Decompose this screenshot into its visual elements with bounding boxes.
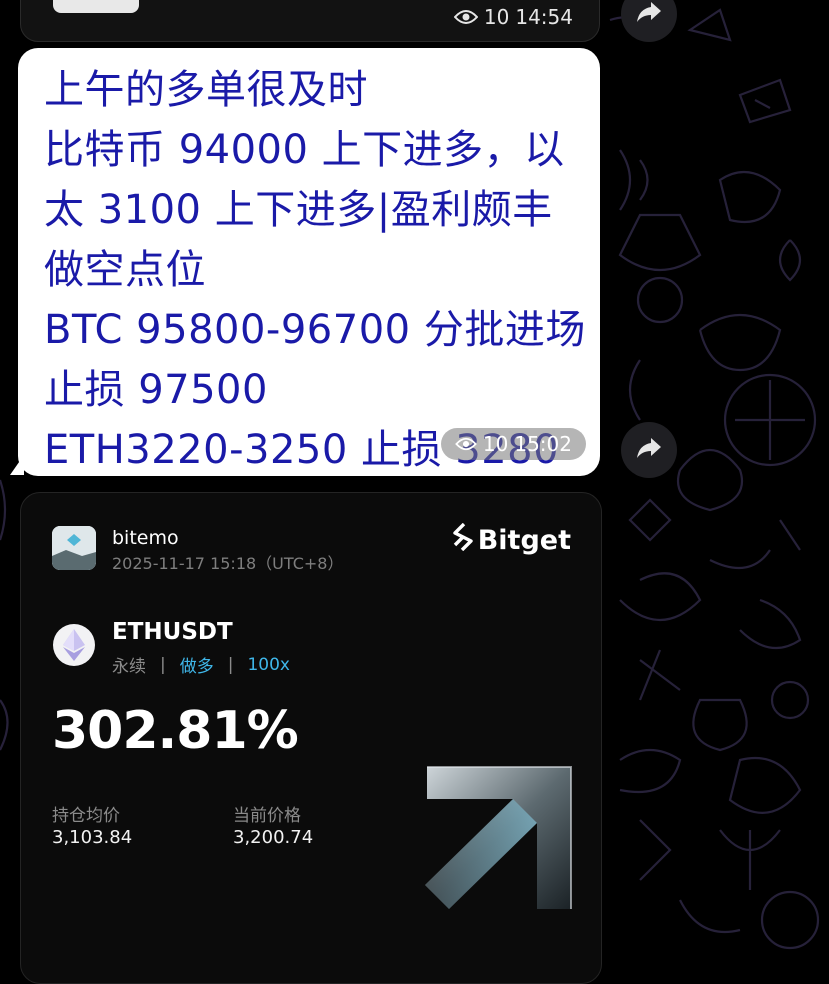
forward-button[interactable] bbox=[621, 422, 677, 478]
brand-name: Bitget bbox=[477, 525, 571, 556]
arrow-up-right-graphic bbox=[425, 766, 572, 909]
entry-price-label: 持仓均价 bbox=[52, 806, 120, 826]
avatar bbox=[52, 526, 96, 570]
eye-icon bbox=[455, 432, 477, 456]
message-views: 10 bbox=[482, 432, 509, 456]
message-bubble[interactable]: 上午的多单很及时 比特币 94000 上下进多，以 太 3100 上下进多|盈利… bbox=[18, 48, 600, 476]
trade-share-card[interactable]: bitemo 2025-11-17 15:18（UTC+8） Bitget ET… bbox=[20, 492, 602, 984]
forward-icon bbox=[636, 1, 662, 27]
ethereum-icon bbox=[53, 624, 95, 666]
message-line: 做空点位 bbox=[44, 247, 206, 293]
trading-pair: ETHUSDT bbox=[112, 619, 233, 645]
position-tags: 永续 | 做多 | 100x bbox=[112, 652, 290, 678]
current-price-value: 3,200.74 bbox=[233, 827, 314, 848]
message-meta: 10 15:02 bbox=[440, 428, 586, 460]
leverage: 100x bbox=[247, 654, 290, 675]
previous-message-thumbnail bbox=[53, 0, 139, 13]
user-name: bitemo bbox=[112, 527, 179, 549]
message-line: BTC 95800-96700 分批进场 bbox=[44, 307, 586, 353]
tag-separator: | bbox=[160, 654, 166, 675]
forward-icon bbox=[636, 437, 662, 463]
message-line: 太 3100 上下进多|盈利颇丰 bbox=[44, 187, 553, 233]
previous-message-time: 14:54 bbox=[515, 5, 573, 29]
entry-price-value: 3,103.84 bbox=[52, 827, 133, 848]
message-time: 15:02 bbox=[514, 432, 572, 456]
current-price-label: 当前价格 bbox=[233, 806, 301, 826]
message-line: 止损 97500 bbox=[44, 367, 268, 413]
previous-message-meta: 10 14:54 bbox=[453, 5, 573, 29]
message-line: 上午的多单很及时 bbox=[44, 67, 368, 113]
bitget-logo: Bitget bbox=[452, 522, 571, 558]
contract-type: 永续 bbox=[112, 657, 146, 677]
bitget-logo-icon bbox=[452, 522, 474, 558]
position-direction: 做多 bbox=[179, 657, 214, 677]
pnl-percent: 302.81% bbox=[52, 701, 299, 761]
tag-separator: | bbox=[227, 654, 234, 675]
eye-icon bbox=[453, 9, 478, 25]
previous-message-bubble[interactable]: 10 14:54 bbox=[20, 0, 600, 42]
previous-message-views: 10 bbox=[483, 5, 510, 29]
message-line: 比特币 94000 上下进多，以 bbox=[44, 127, 565, 173]
message-text: 上午的多单很及时 比特币 94000 上下进多，以 太 3100 上下进多|盈利… bbox=[44, 60, 592, 480]
share-timestamp: 2025-11-17 15:18（UTC+8） bbox=[112, 554, 344, 573]
